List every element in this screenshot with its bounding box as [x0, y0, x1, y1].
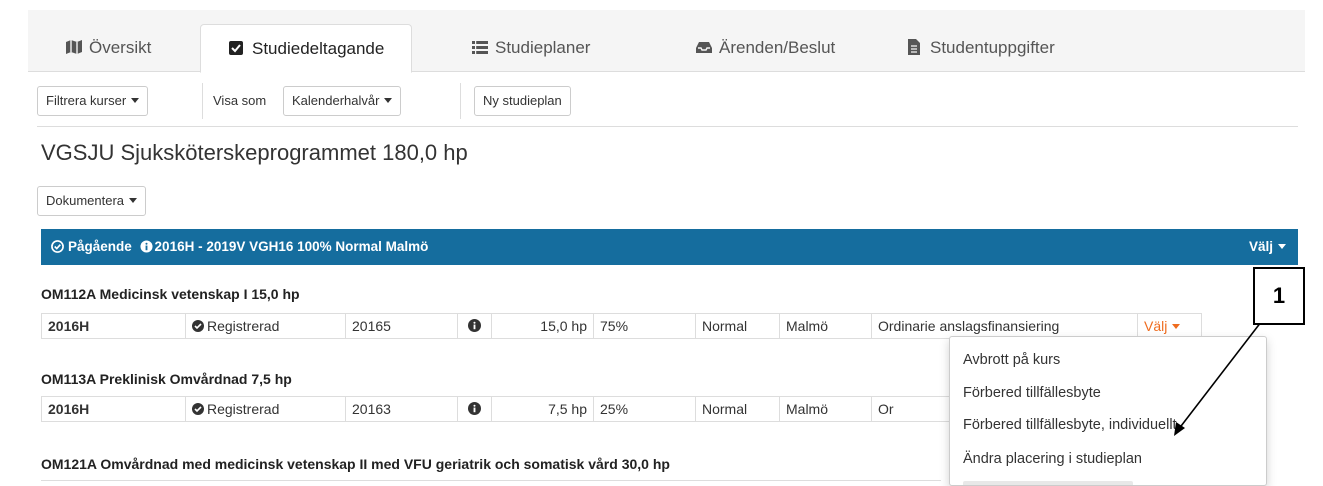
annotation-arrow — [1174, 295, 1282, 436]
page: Översikt Studiedeltagande Studieplaner Ä… — [28, 0, 1305, 486]
annotation-callout: 1 — [1253, 267, 1305, 325]
